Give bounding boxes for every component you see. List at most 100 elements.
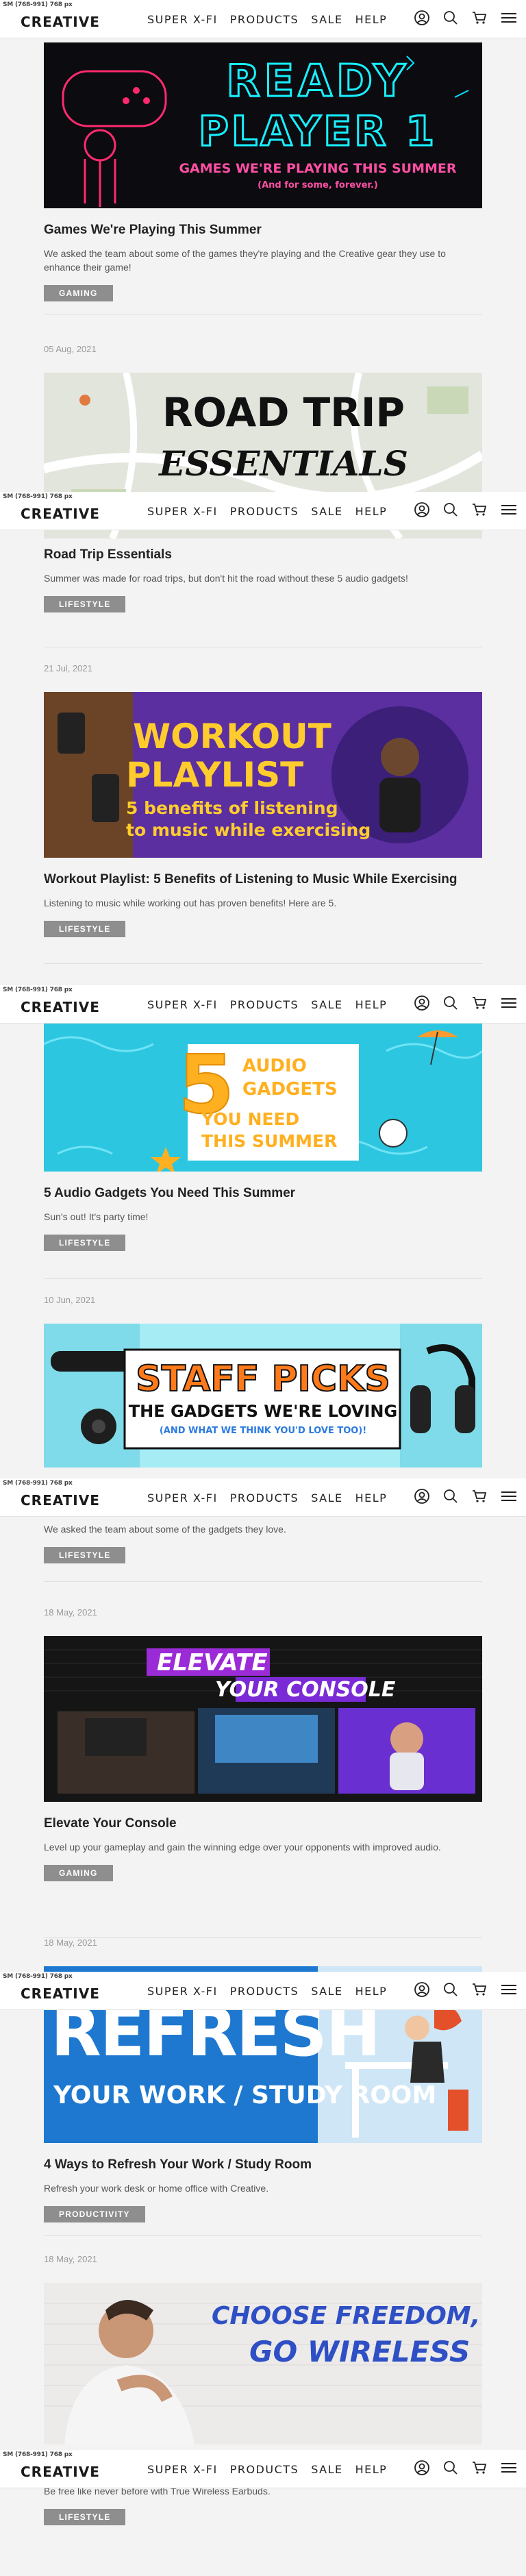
- menu-icon[interactable]: [500, 10, 518, 26]
- nav-item-products[interactable]: PRODUCTS: [230, 998, 299, 1011]
- banner-line: (And for some, forever.): [258, 180, 378, 190]
- cart-icon[interactable]: [471, 1981, 488, 1998]
- nav-item-super-x-fi[interactable]: SUPER X-FI: [147, 2463, 218, 2476]
- post-title[interactable]: 5 Audio Gadgets You Need This Summer: [44, 1185, 482, 1202]
- main-nav: SUPER X-FI PRODUCTS SALE HELP: [147, 998, 387, 1011]
- nav-item-products[interactable]: PRODUCTS: [230, 505, 299, 518]
- post-category-tag[interactable]: LIFESTYLE: [44, 2509, 126, 2525]
- post-category-tag[interactable]: PRODUCTIVITY: [44, 2206, 145, 2222]
- nav-item-sale[interactable]: SALE: [311, 998, 342, 1011]
- post-banner-image[interactable]: CHOOSE FREEDOM, GO WIRELESS: [44, 2283, 482, 2444]
- user-icon[interactable]: [414, 1981, 430, 1998]
- blog-post: 18 May, 2021 CHOOSE FREEDOM, GO WIRELESS: [44, 2254, 482, 2444]
- post-date: 18 May, 2021: [44, 1607, 97, 1618]
- nav-item-products[interactable]: PRODUCTS: [230, 1985, 299, 1998]
- creative-logo[interactable]: CREATIVE: [21, 1985, 100, 2002]
- nav-item-super-x-fi[interactable]: SUPER X-FI: [147, 505, 218, 518]
- user-icon[interactable]: [414, 501, 430, 518]
- post-banner-image[interactable]: ELEVATE YOUR CONSOLE: [44, 1636, 482, 1802]
- post-banner-image[interactable]: WORKOUT PLAYLIST 5 benefits of listening…: [44, 692, 482, 858]
- nav-item-products[interactable]: PRODUCTS: [230, 1491, 299, 1504]
- post-title[interactable]: Workout Playlist: 5 Benefits of Listenin…: [44, 871, 482, 888]
- post-divider: [44, 1581, 482, 1582]
- search-icon[interactable]: [442, 1488, 459, 1504]
- post-banner-image[interactable]: STAFF PICKS THE GADGETS WE'RE LOVING (AN…: [44, 1324, 482, 1467]
- banner-line: PLAYER 1: [199, 108, 437, 156]
- main-nav: SUPER X-FI PRODUCTS SALE HELP: [147, 1985, 387, 1998]
- menu-icon[interactable]: [500, 2460, 518, 2476]
- nav-item-help[interactable]: HELP: [355, 1491, 388, 1504]
- main-nav: SUPER X-FI PRODUCTS SALE HELP: [147, 13, 387, 26]
- nav-item-sale[interactable]: SALE: [311, 2463, 342, 2476]
- user-icon[interactable]: [414, 1488, 430, 1504]
- nav-item-super-x-fi[interactable]: SUPER X-FI: [147, 1491, 218, 1504]
- cart-icon[interactable]: [471, 1488, 488, 1504]
- nav-item-sale[interactable]: SALE: [311, 13, 342, 26]
- banner-line: PLAYLIST: [126, 755, 303, 795]
- blog-post: 10 Jun, 2021 STAFF PICKS THE GADGETS WE'…: [44, 1295, 482, 1467]
- post-category-tag[interactable]: LIFESTYLE: [44, 1547, 126, 1563]
- nav-item-super-x-fi[interactable]: SUPER X-FI: [147, 13, 218, 26]
- post-title[interactable]: Elevate Your Console: [44, 1816, 482, 1832]
- menu-icon[interactable]: [500, 995, 518, 1011]
- nav-item-super-x-fi[interactable]: SUPER X-FI: [147, 1985, 218, 1998]
- nav-item-sale[interactable]: SALE: [311, 1491, 342, 1504]
- user-icon[interactable]: [414, 10, 430, 26]
- post-title[interactable]: Road Trip Essentials: [44, 547, 482, 563]
- post-excerpt: Sun's out! It's party time!: [44, 1211, 149, 1222]
- nav-item-help[interactable]: HELP: [355, 13, 388, 26]
- post-category-tag[interactable]: GAMING: [44, 1865, 113, 1881]
- nav-item-products[interactable]: PRODUCTS: [230, 2463, 299, 2476]
- nav-item-sale[interactable]: SALE: [311, 1985, 342, 1998]
- nav-item-super-x-fi[interactable]: SUPER X-FI: [147, 998, 218, 1011]
- creative-logo[interactable]: CREATIVE: [21, 506, 100, 522]
- menu-icon[interactable]: [500, 1981, 518, 1998]
- post-title[interactable]: Games We're Playing This Summer: [44, 222, 482, 238]
- header-icons: [414, 2460, 518, 2476]
- search-icon[interactable]: [442, 2460, 459, 2476]
- post-banner-image[interactable]: READY PLAYER 1 GAMES WE'RE PLAYING THIS …: [44, 42, 482, 208]
- cart-icon[interactable]: [471, 995, 488, 1011]
- blog-post: 21 Jul, 2021 WORKOUT PLAYLIST 5 benefits…: [44, 663, 482, 964]
- post-category-tag[interactable]: LIFESTYLE: [44, 1235, 126, 1251]
- post-excerpt: Listening to music while working out has…: [44, 897, 337, 908]
- post-category-tag[interactable]: LIFESTYLE: [44, 921, 126, 937]
- nav-item-products[interactable]: PRODUCTS: [230, 13, 299, 26]
- nav-item-help[interactable]: HELP: [355, 998, 388, 1011]
- banner-line: READY: [226, 56, 409, 107]
- post-excerpt: Level up your gameplay and gain the winn…: [44, 1842, 441, 1853]
- post-category-tag[interactable]: GAMING: [44, 285, 113, 301]
- menu-icon[interactable]: [500, 1488, 518, 1504]
- creative-logo[interactable]: CREATIVE: [21, 2464, 100, 2480]
- nav-item-sale[interactable]: SALE: [311, 505, 342, 518]
- banner-line: THIS SUMMER: [201, 1131, 337, 1151]
- post-banner-image[interactable]: 5 AUDIO GADGETS YOU NEED THIS SUMMER: [44, 1024, 482, 1172]
- cart-icon[interactable]: [471, 2460, 488, 2476]
- nav-item-help[interactable]: HELP: [355, 505, 388, 518]
- banner-line: GO WIRELESS: [249, 2335, 470, 2368]
- banner-line: YOUR WORK / STUDY ROOM: [53, 2081, 436, 2109]
- banner-line: GADGETS: [242, 1079, 338, 1100]
- search-icon[interactable]: [442, 10, 459, 26]
- creative-logo[interactable]: CREATIVE: [21, 999, 100, 1015]
- post-title[interactable]: 4 Ways to Refresh Your Work / Study Room: [44, 2157, 482, 2173]
- cart-icon[interactable]: [471, 10, 488, 26]
- user-icon[interactable]: [414, 2460, 430, 2476]
- header-icons: [414, 1981, 518, 1998]
- menu-icon[interactable]: [500, 501, 518, 518]
- blog-post-text: Be free like never before with True Wire…: [44, 2484, 482, 2525]
- nav-item-help[interactable]: HELP: [355, 1985, 388, 1998]
- user-icon[interactable]: [414, 995, 430, 1011]
- post-divider: [44, 963, 482, 964]
- creative-logo[interactable]: CREATIVE: [21, 14, 100, 30]
- creative-logo[interactable]: CREATIVE: [21, 1492, 100, 1509]
- search-icon[interactable]: [442, 501, 459, 518]
- post-category-tag[interactable]: LIFESTYLE: [44, 596, 126, 612]
- search-icon[interactable]: [442, 995, 459, 1011]
- post-date: 18 May, 2021: [44, 2254, 97, 2264]
- blog-post: READY PLAYER 1 GAMES WE'RE PLAYING THIS …: [44, 42, 482, 314]
- nav-item-help[interactable]: HELP: [355, 2463, 388, 2476]
- header-icons: [414, 1488, 518, 1504]
- cart-icon[interactable]: [471, 501, 488, 518]
- search-icon[interactable]: [442, 1981, 459, 1998]
